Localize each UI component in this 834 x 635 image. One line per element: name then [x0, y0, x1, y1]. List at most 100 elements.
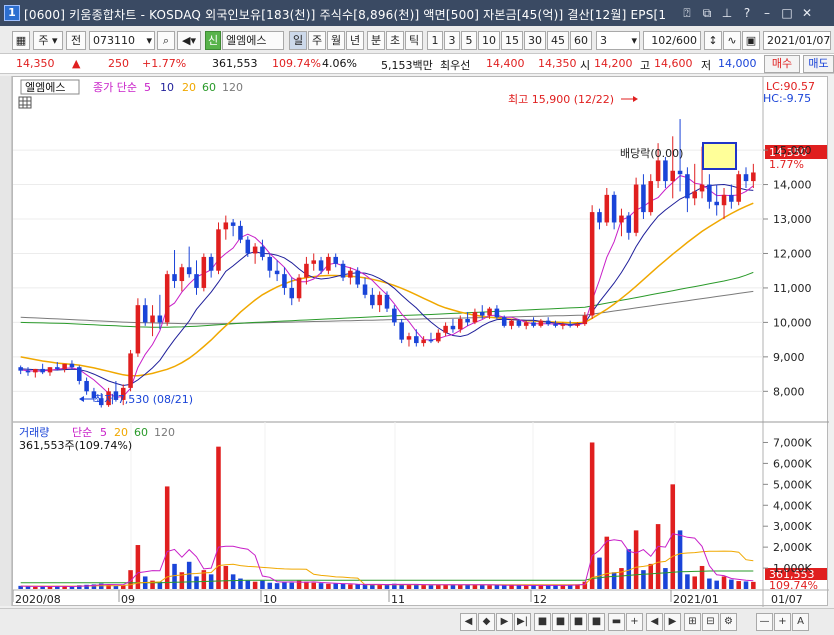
stock-chart[interactable]: 엘엠에스 종가 단순 5 10 20 60 120 LC:90.57 HC:-9… [12, 77, 829, 607]
collapse-icon[interactable]: ⊟ [702, 613, 719, 631]
scroll-left-button[interactable]: ◀ [460, 613, 477, 631]
sell-button[interactable]: 매도 [803, 55, 834, 73]
highlight-box[interactable] [702, 142, 737, 170]
pan-left-button[interactable]: ◀ [646, 613, 663, 631]
candle-body [663, 160, 668, 182]
period-select[interactable]: 주 ▾ [33, 31, 63, 50]
increase-button[interactable]: + [774, 613, 791, 631]
open-label: 시 [580, 59, 591, 72]
volume-bar [494, 585, 500, 589]
help-icon[interactable]: ⍰ [678, 4, 696, 22]
view-button-4[interactable]: ■ [588, 613, 605, 631]
custom-interval-select[interactable]: 3 ▾ [596, 31, 640, 50]
view-button-2[interactable]: ■ [552, 613, 569, 631]
minute-option-5[interactable]: 5 [461, 31, 477, 50]
expand-icon[interactable]: ⊞ [684, 613, 701, 631]
volume-bar [692, 576, 697, 589]
date-field[interactable]: 2021/01/07 [763, 31, 831, 50]
view-button-3[interactable]: ■ [570, 613, 587, 631]
search-icon[interactable]: ⌕ [157, 31, 175, 50]
save-icon[interactable]: ▣ [742, 31, 760, 50]
layout-icon[interactable]: ▦ [12, 31, 30, 50]
interval-weekly[interactable]: 주 [308, 31, 326, 50]
candle [399, 318, 404, 344]
maximize-icon[interactable]: □ [778, 4, 796, 22]
candle [33, 368, 38, 378]
candle [663, 156, 668, 188]
x-tick-label: 11 [391, 593, 405, 606]
font-size-button[interactable]: A [792, 613, 809, 631]
open-price: 14,200 [594, 57, 633, 70]
candle-body [135, 305, 141, 354]
candle-body [194, 274, 199, 288]
interval-tick[interactable]: 틱 [405, 31, 423, 50]
legend-ma120: 120 [222, 81, 243, 94]
interval-minute[interactable]: 분 [367, 31, 385, 50]
volume-legend-ma5: 5 [100, 426, 107, 439]
minute-option-60[interactable]: 60 [570, 31, 592, 50]
interval-yearly[interactable]: 년 [346, 31, 364, 50]
candle [428, 332, 434, 344]
pin-icon[interactable]: ⊥ [718, 4, 736, 22]
x-tick-label: 2020/08 [15, 593, 61, 606]
chevron-down-icon[interactable]: ▾ [631, 32, 637, 49]
volume-current-label: 361,553주(109.74%) [19, 439, 132, 452]
candle [641, 174, 646, 220]
volume-bars[interactable] [18, 442, 756, 589]
buy-button[interactable]: 매수 [764, 55, 800, 73]
candle [304, 256, 309, 285]
interval-monthly[interactable]: 월 [327, 31, 345, 50]
volume-bar [421, 585, 426, 589]
table-icon[interactable] [18, 96, 32, 109]
reset-button[interactable]: ◆ [478, 613, 495, 631]
prev-button[interactable]: 전 [66, 31, 86, 50]
pan-right-button[interactable]: ▶ [664, 613, 681, 631]
candlestick-series[interactable] [18, 119, 756, 408]
volume-bar [172, 563, 177, 589]
minute-option-10[interactable]: 10 [478, 31, 500, 50]
volume-bar [282, 581, 287, 589]
scroll-right-button[interactable]: ▶ [496, 613, 513, 631]
volume-bar [252, 581, 258, 589]
candle [348, 267, 353, 285]
crosshair-icon[interactable]: ↕ [704, 31, 722, 50]
zoom-in-button[interactable]: + [626, 613, 643, 631]
scroll-end-button[interactable]: ▶| [514, 613, 531, 631]
minute-option-15[interactable]: 15 [501, 31, 523, 50]
candle-body [655, 160, 661, 182]
indicator-icon[interactable]: ∿ [723, 31, 741, 50]
candle-body [384, 294, 390, 309]
best-quote-label: 최우선 [440, 59, 471, 72]
settings-icon[interactable]: ⚙ [720, 613, 737, 631]
x-tick-label: 09 [121, 593, 135, 606]
minute-option-30[interactable]: 30 [524, 31, 546, 50]
view-button-1[interactable]: ■ [534, 613, 551, 631]
dropdown-icon[interactable]: ▾ [146, 32, 152, 49]
decrease-button[interactable]: — [756, 613, 773, 631]
count-field[interactable]: 102/600 [643, 31, 701, 50]
minute-option-1[interactable]: 1 [427, 31, 443, 50]
candle [179, 263, 185, 292]
stock-code-input[interactable]: 073110 ▾ [89, 31, 155, 50]
help-question-icon[interactable]: ? [738, 4, 756, 22]
link-icon[interactable]: ⧉ [698, 4, 716, 22]
volume-bar [384, 584, 390, 589]
candle [150, 305, 155, 337]
speaker-icon[interactable]: ◀▾ [177, 31, 201, 50]
minute-option-3[interactable]: 3 [444, 31, 460, 50]
custom-interval-value: 3 [600, 34, 607, 47]
interval-second[interactable]: 초 [386, 31, 404, 50]
chart-panel[interactable]: 엘엠에스 종가 단순 5 10 20 60 120 LC:90.57 HC:-9… [12, 76, 829, 607]
candle-body [436, 332, 441, 342]
minute-option-45[interactable]: 45 [547, 31, 569, 50]
volume-tick-label: 2,000K [773, 541, 812, 554]
max-price-annotation: 최고 15,900 (12/22) [508, 93, 614, 106]
zoom-out-button[interactable]: ▬ [608, 613, 625, 631]
interval-daily[interactable]: 일 [289, 31, 307, 50]
close-icon[interactable]: ✕ [798, 4, 816, 22]
minimize-icon[interactable]: – [758, 4, 776, 22]
candle [377, 291, 382, 313]
candle-body [62, 363, 67, 369]
volume-bar [223, 565, 229, 589]
volume-bar [25, 586, 31, 589]
